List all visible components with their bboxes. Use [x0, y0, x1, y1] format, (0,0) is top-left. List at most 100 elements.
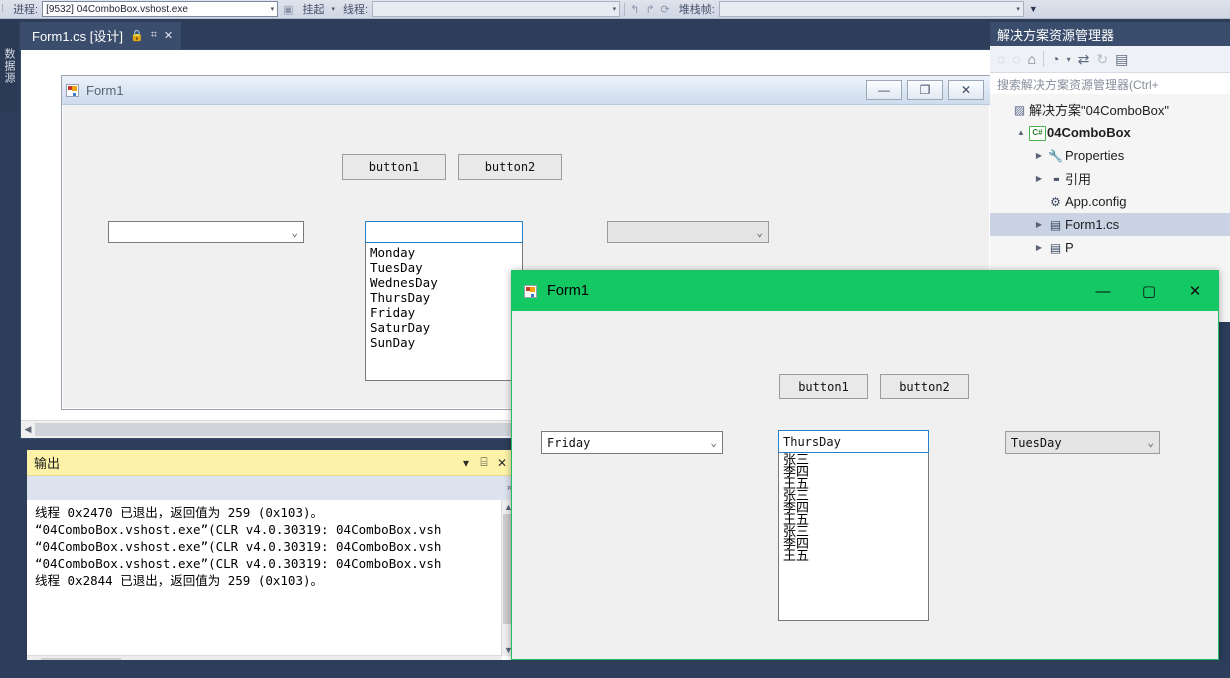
close-icon[interactable]: ✕	[493, 456, 511, 470]
list-item[interactable]: SaturDay	[370, 320, 522, 335]
design-maximize-button[interactable]: ❐	[907, 80, 943, 100]
home-icon[interactable]: ⌂	[1028, 51, 1036, 67]
forward-icon[interactable]: ◌	[1012, 51, 1020, 67]
refresh-icon[interactable]: ↻	[1096, 51, 1108, 68]
tree-item--[interactable]: ▶▪▪引用	[990, 167, 1230, 190]
close-button[interactable]: ✕	[1172, 271, 1218, 311]
pin-icon[interactable]: ⌸	[475, 455, 493, 470]
output-body[interactable]: 线程 0x2470 已退出，返回值为 259 (0x103)。 “04Combo…	[27, 500, 515, 673]
tree-item-label: P	[1065, 240, 1074, 255]
output-header: 输出 ▾ ⌸ ✕	[27, 450, 515, 476]
editor-tabstrip: Form1.cs [设计] 🔒 ⌗ ✕ ▾	[20, 22, 1010, 49]
tree-item-label: Form1.cs	[1065, 217, 1119, 232]
output-toolbar[interactable]: »	[27, 476, 515, 501]
tree-item-form1-cs[interactable]: ▶▤Form1.cs	[990, 213, 1230, 236]
list-item[interactable]: Monday	[370, 245, 522, 260]
tab-form1-designer[interactable]: Form1.cs [设计] 🔒 ⌗ ✕	[20, 22, 181, 49]
lock-icon[interactable]: 🔒	[130, 29, 144, 42]
design-form-titlebar: Form1 — ❐ ✕	[62, 76, 990, 105]
list-item[interactable]: SunDay	[370, 335, 522, 350]
run-combobox-right-value: TuesDay	[1011, 436, 1062, 450]
process-combo[interactable]: [9532] 04ComboBox.vshost.exe ▾	[42, 1, 278, 17]
maximize-button[interactable]: ▢	[1126, 271, 1172, 311]
thread-label: 线程:	[339, 1, 368, 17]
winforms-icon	[66, 84, 79, 97]
collapse-all-icon[interactable]: ▤	[1115, 51, 1128, 68]
scroll-left-arrow-icon[interactable]: ◀	[21, 424, 35, 435]
tree-item-label: 04ComboBox	[1047, 125, 1131, 140]
solution-explorer-title: 解决方案资源管理器	[997, 25, 1114, 44]
sync-icon[interactable]: ⟳	[660, 3, 671, 16]
tree-item-label: Properties	[1065, 148, 1124, 163]
running-form-window-buttons: — ▢ ✕	[1080, 271, 1218, 311]
expand-arrow-icon[interactable]: ▶	[1032, 243, 1046, 252]
list-item[interactable]: ThursDay	[370, 290, 522, 305]
search-input[interactable]: 搜索解决方案资源管理器(Ctrl+	[990, 73, 1230, 96]
form-icon: ▤	[1046, 241, 1065, 255]
sidebar-tab-datasource[interactable]: 数据源	[0, 20, 18, 112]
tree-item-app-config[interactable]: ⚙App.config	[990, 190, 1230, 213]
toolbar-drag-handle[interactable]: ⁞	[0, 3, 5, 15]
run-button1[interactable]: button1	[779, 374, 868, 399]
design-form-title-label: Form1	[86, 83, 124, 98]
list-item[interactable]: 王五	[783, 551, 928, 563]
minimize-button[interactable]: —	[1080, 271, 1126, 311]
wrench-icon: 🔧	[1046, 149, 1065, 163]
expand-arrow-icon[interactable]: ▶	[1032, 174, 1046, 183]
list-item[interactable]: Friday	[370, 305, 522, 320]
running-form1-window[interactable]: Form1 — ▢ ✕ button1 button2 Friday ⌄ Thu…	[511, 270, 1219, 660]
design-combobox-left[interactable]: ⌄	[108, 221, 304, 243]
step-back-icon[interactable]: ↰	[629, 3, 640, 16]
tabstrip-spacer	[181, 22, 988, 49]
tree-item-properties[interactable]: ▶🔧Properties	[990, 144, 1230, 167]
list-item[interactable]: TuesDay	[370, 260, 522, 275]
ref-icon: ▪▪	[1046, 172, 1065, 186]
pending-changes-icon[interactable]: ◔	[1051, 51, 1059, 67]
close-icon[interactable]: ✕	[164, 29, 173, 42]
chevron-down-icon[interactable]: ▾	[1067, 55, 1071, 64]
running-form-client-area: button1 button2 Friday ⌄ ThursDay 张三李四王五…	[512, 311, 1218, 659]
run-button2[interactable]: button2	[880, 374, 969, 399]
design-close-button[interactable]: ✕	[948, 80, 984, 100]
run-combobox-right[interactable]: TuesDay ⌄	[1005, 431, 1160, 454]
chevron-down-icon: ▾	[1016, 5, 1020, 13]
tree-item--04combobox-[interactable]: ▨解决方案"04ComboBox"	[990, 98, 1230, 121]
design-button1[interactable]: button1	[342, 154, 446, 180]
tree-item-04combobox[interactable]: ▲C#04ComboBox	[990, 121, 1230, 144]
design-minimize-button[interactable]: —	[866, 80, 902, 100]
design-combobox-dropdown[interactable]: MondayTuesDayWednesDayThursDayFridaySatu…	[365, 243, 523, 381]
toolbar-overflow-icon[interactable]: ▼	[1028, 4, 1039, 14]
run-combobox-open-value: ThursDay	[783, 435, 841, 449]
output-log-text: 线程 0x2470 已退出，返回值为 259 (0x103)。 “04Combo…	[27, 500, 515, 589]
step-forward-icon[interactable]: ↱	[644, 3, 655, 16]
back-icon[interactable]: ◌	[997, 51, 1005, 67]
sln-icon: ▨	[1010, 103, 1029, 117]
pin-icon[interactable]: ⌗	[151, 29, 157, 42]
tree-item-p[interactable]: ▶▤P	[990, 236, 1230, 259]
list-item[interactable]: WednesDay	[370, 275, 522, 290]
winforms-icon	[524, 285, 537, 298]
lifecycle-icon[interactable]: ▣	[282, 3, 294, 16]
cfg-icon: ⚙	[1046, 195, 1065, 209]
run-combobox-open[interactable]: ThursDay	[778, 430, 929, 453]
design-button2[interactable]: button2	[458, 154, 562, 180]
design-combobox-open[interactable]	[365, 221, 523, 243]
thread-combo[interactable]: ▾	[372, 1, 620, 17]
design-combobox-right[interactable]: ⌄	[607, 221, 769, 243]
expand-arrow-icon[interactable]: ▶	[1032, 151, 1046, 160]
stackframe-combo[interactable]: ▾	[719, 1, 1024, 17]
collapse-arrow-icon[interactable]: ▲	[1014, 128, 1028, 137]
solution-explorer-header: 解决方案资源管理器	[990, 22, 1230, 46]
suspend-chevron-icon[interactable]: ▾	[332, 5, 336, 13]
suspend-label: 挂起	[299, 1, 325, 17]
chevron-down-icon: ⌄	[756, 227, 763, 238]
process-label: 进程:	[9, 1, 38, 17]
sync-with-active-document-icon[interactable]: ⇄	[1078, 51, 1090, 68]
search-placeholder: 搜索解决方案资源管理器(Ctrl+	[997, 76, 1159, 93]
output-dropdown-icon[interactable]: ▾	[457, 456, 475, 470]
running-form-titlebar[interactable]: Form1 — ▢ ✕	[512, 271, 1218, 311]
expand-arrow-icon[interactable]: ▶	[1032, 220, 1046, 229]
run-combobox-dropdown[interactable]: 张三李四王五张三李四王五张三李四王五	[778, 453, 929, 621]
tree-item-label: 引用	[1065, 169, 1091, 188]
run-combobox-left[interactable]: Friday ⌄	[541, 431, 723, 454]
